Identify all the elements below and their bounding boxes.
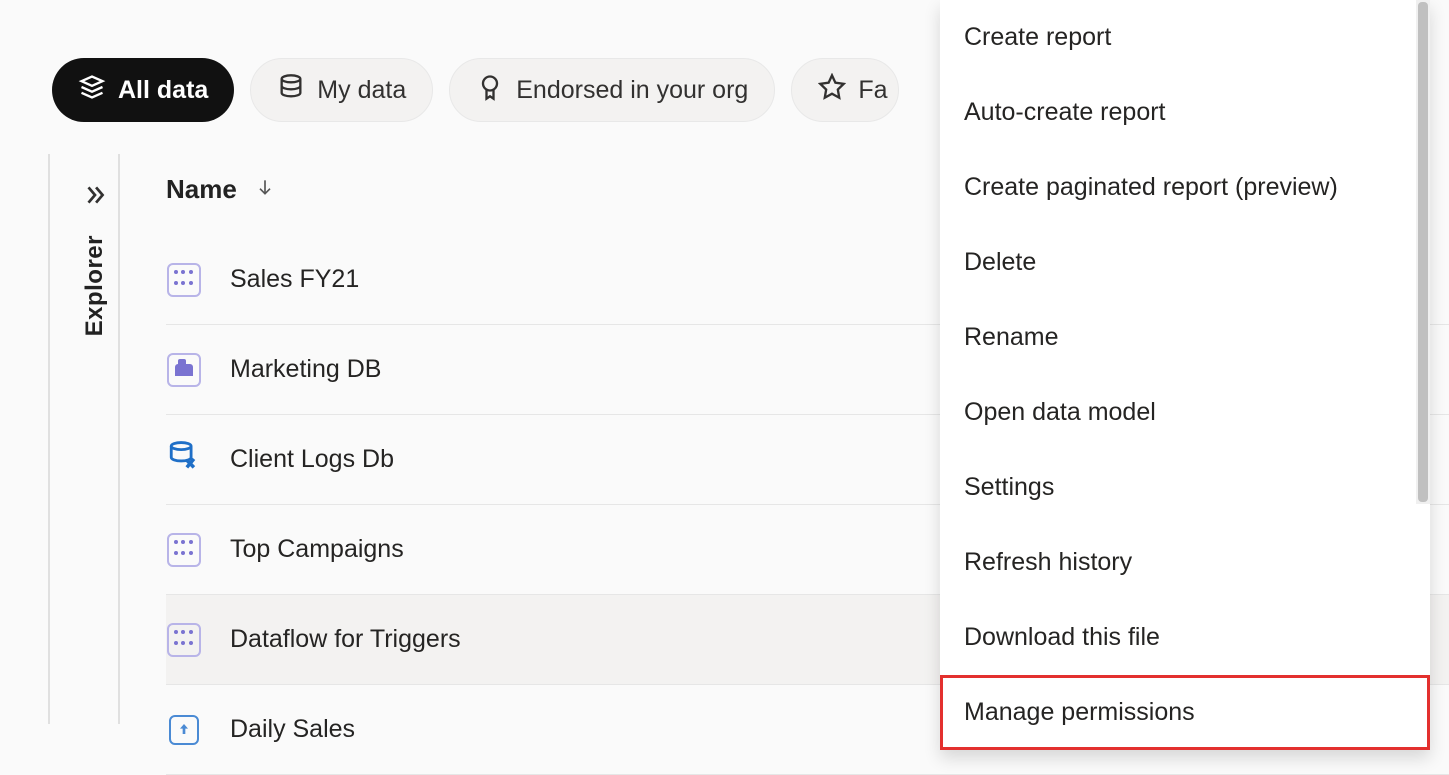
menu-item-open-data-model[interactable]: Open data model	[940, 375, 1430, 450]
divider	[48, 154, 50, 724]
row-name: Dataflow for Triggers	[230, 625, 461, 654]
upload-icon	[166, 712, 202, 748]
database-icon	[166, 442, 202, 478]
datamart-icon	[166, 352, 202, 388]
menu-item-settings[interactable]: Settings	[940, 450, 1430, 525]
scrollbar-thumb[interactable]	[1418, 2, 1428, 502]
row-name: Top Campaigns	[230, 535, 404, 564]
filter-favorites[interactable]: Fa	[791, 58, 898, 122]
filter-endorsed[interactable]: Endorsed in your org	[449, 58, 775, 122]
filter-label: All data	[118, 76, 208, 105]
menu-item-delete[interactable]: Delete	[940, 225, 1430, 300]
filter-my-data[interactable]: My data	[250, 58, 433, 122]
filter-label: My data	[317, 76, 406, 105]
menu-item-manage-permissions[interactable]: Manage permissions	[940, 675, 1430, 750]
menu-item-refresh-history[interactable]: Refresh history	[940, 525, 1430, 600]
star-icon	[818, 73, 846, 108]
row-name: Sales FY21	[230, 265, 359, 294]
column-header-label: Name	[166, 174, 237, 205]
database-icon	[277, 73, 305, 108]
ribbon-icon	[476, 73, 504, 108]
scrollbar[interactable]	[1416, 0, 1430, 504]
row-name: Client Logs Db	[230, 445, 394, 474]
dataset-icon	[166, 262, 202, 298]
sort-arrow-down-icon	[255, 177, 275, 203]
rail-label: Explorer	[81, 235, 109, 336]
menu-item-auto-create-report[interactable]: Auto-create report	[940, 75, 1430, 150]
row-name: Marketing DB	[230, 355, 381, 384]
filter-all-data[interactable]: All data	[52, 58, 234, 122]
dataset-icon	[166, 622, 202, 658]
filter-label: Fa	[858, 76, 887, 105]
filter-label: Endorsed in your org	[516, 76, 748, 105]
menu-item-download-this-file[interactable]: Download this file	[940, 600, 1430, 675]
stack-icon	[78, 73, 106, 108]
context-menu: Create reportAuto-create reportCreate pa…	[940, 0, 1430, 750]
dataset-icon	[166, 532, 202, 568]
expand-rail-icon[interactable]	[82, 182, 108, 215]
menu-item-rename[interactable]: Rename	[940, 300, 1430, 375]
menu-item-create-paginated-report-preview[interactable]: Create paginated report (preview)	[940, 150, 1430, 225]
explorer-rail: Explorer	[72, 154, 120, 724]
row-name: Daily Sales	[230, 715, 355, 744]
menu-item-create-report[interactable]: Create report	[940, 0, 1430, 75]
